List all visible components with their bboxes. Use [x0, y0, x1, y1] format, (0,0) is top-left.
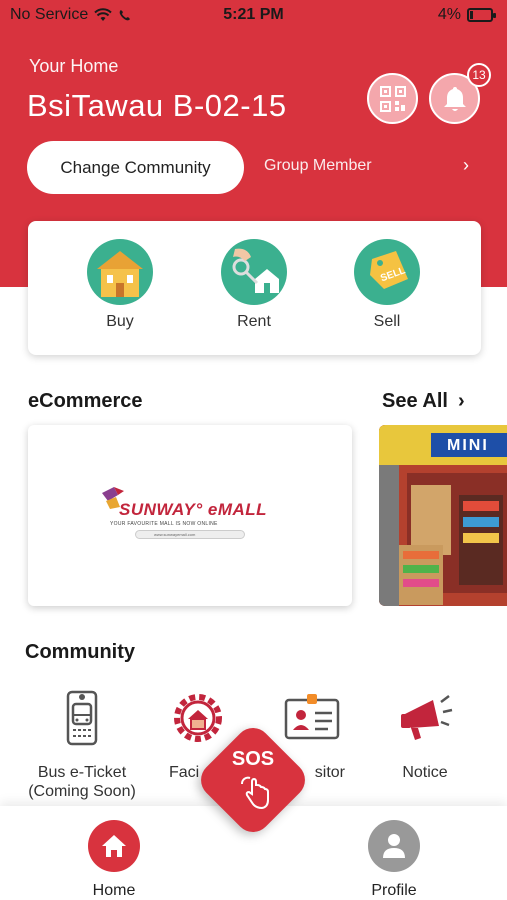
profile-icon: [368, 820, 420, 872]
nav-profile[interactable]: Profile: [344, 820, 444, 900]
house-icon: [87, 239, 153, 305]
notice-item[interactable]: Notice: [370, 688, 480, 782]
bus-eticket-item[interactable]: Bus e-Ticket (Coming Soon): [27, 688, 137, 801]
home-icon: [88, 820, 140, 872]
notification-badge: 13: [467, 63, 491, 87]
sell-tag-icon: SELL: [354, 239, 420, 305]
nav-profile-label: Profile: [371, 882, 417, 899]
chevron-right-icon: ›: [457, 390, 465, 412]
sunway-emall-card[interactable]: SUNWAY° eMALL YOUR FAVOURITE MALL IS NOW…: [28, 425, 352, 606]
see-all-link[interactable]: See All ›: [382, 390, 465, 413]
notice-label: Notice: [402, 764, 448, 781]
battery-icon: [467, 8, 496, 22]
see-all-label: See All: [382, 390, 448, 412]
sunway-brand-text: SUNWAY° eMALL: [119, 500, 268, 519]
sos-label: SOS: [231, 748, 275, 770]
minimart-sign-text: MINI: [447, 437, 489, 454]
key-house-icon: [221, 239, 287, 305]
group-member-link[interactable]: Group Member: [264, 157, 372, 175]
nav-home-label: Home: [92, 882, 136, 899]
sunway-emall-logo: SUNWAY° eMALL YOUR FAVOURITE MALL IS NOW…: [100, 487, 270, 547]
sunway-tagline: YOUR FAVOURITE MALL IS NOW ONLINE: [110, 521, 218, 527]
nav-home[interactable]: Home: [64, 820, 164, 900]
sos-button[interactable]: SOS: [193, 720, 313, 840]
sunway-url: www.sunwayemall.com: [135, 530, 245, 539]
home-name: BsiTawau B-02-15: [27, 88, 287, 123]
buy-label: Buy: [106, 313, 134, 330]
sell-label: Sell: [373, 313, 401, 330]
rent-label: Rent: [237, 313, 271, 330]
bell-icon: [443, 86, 466, 111]
change-community-button[interactable]: Change Community: [27, 141, 244, 194]
megaphone-icon: [401, 695, 453, 740]
ecommerce-title: eCommerce: [28, 390, 143, 412]
sell-button[interactable]: SELL Sell: [347, 239, 427, 331]
battery-percent: 4%: [437, 6, 461, 23]
qr-code-icon: [379, 85, 406, 112]
home-label: Your Home: [29, 56, 119, 76]
bus-eticket-label: Bus e-Ticket (Coming Soon): [28, 764, 136, 800]
bus-ticket-icon: [66, 690, 98, 746]
status-bar: No Service 5:21 PM 4%: [0, 0, 507, 30]
status-time: 5:21 PM: [223, 6, 284, 23]
community-title: Community: [25, 641, 135, 663]
minimart-card[interactable]: MINI: [379, 425, 507, 606]
property-actions-card: Buy Rent SELL Sell: [28, 221, 481, 355]
buy-button[interactable]: Buy: [80, 239, 160, 331]
qr-code-button[interactable]: [367, 73, 418, 124]
chevron-right-icon[interactable]: ›: [463, 155, 469, 176]
rent-button[interactable]: Rent: [214, 239, 294, 331]
tap-hand-icon: [241, 776, 269, 810]
